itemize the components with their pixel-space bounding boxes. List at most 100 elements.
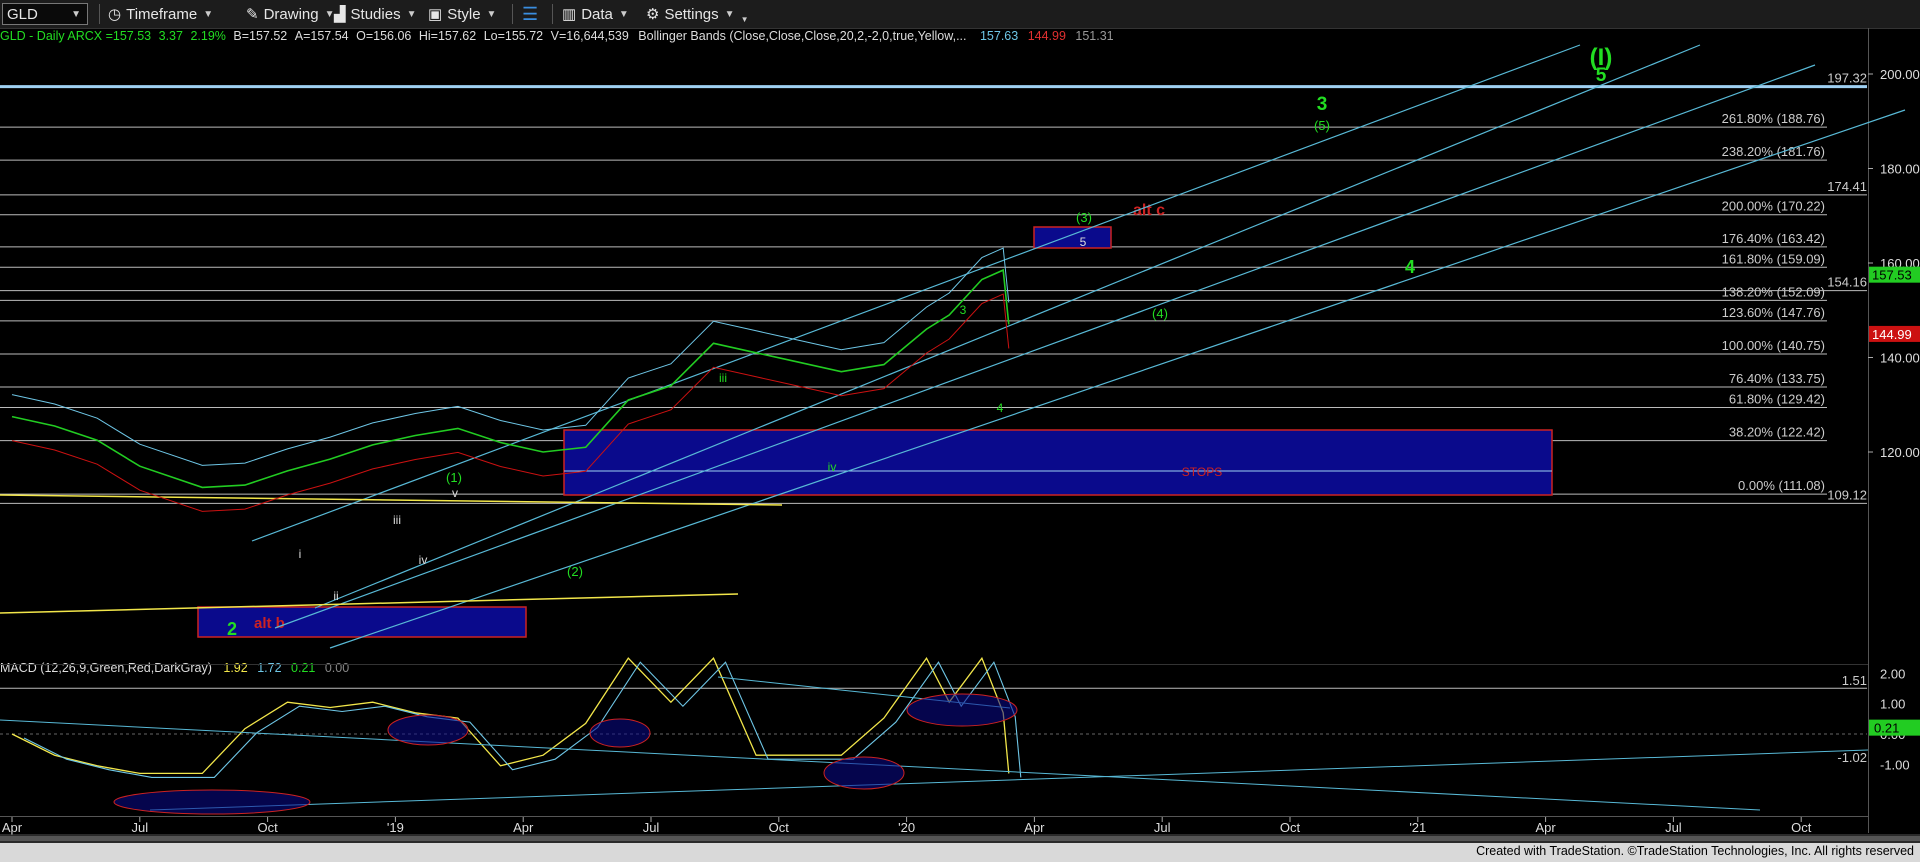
retracement-label: 61.80% (129.42) [1729, 391, 1825, 406]
wave-label: i [299, 547, 302, 561]
retracement-label: 138.20% (152.09) [1722, 284, 1825, 299]
time-tick-label: Oct [1280, 820, 1301, 835]
wave-label: (2) [567, 564, 583, 579]
time-tick-label: '21 [1409, 820, 1426, 835]
stops-box [563, 429, 1553, 496]
price-tag-label: 144.99 [1872, 327, 1912, 342]
time-tick-label: Apr [1024, 820, 1045, 835]
retracement-label: 238.20% (181.76) [1722, 144, 1825, 159]
wave-label: (3) [1076, 210, 1092, 225]
layout-button[interactable]: ☰ [522, 0, 538, 28]
wave-label: ii [333, 589, 338, 603]
time-tick-label: Jul [131, 820, 148, 835]
clock-icon: ◷ [108, 6, 122, 23]
time-tick-label: Apr [1535, 820, 1556, 835]
wave-label: 3 [960, 303, 967, 317]
chevron-down-icon: ▼ [203, 8, 214, 20]
time-axis-line [0, 816, 1868, 817]
macd-ellipse [823, 756, 905, 790]
time-tick-label: Jul [1154, 820, 1171, 835]
price-marker-label: 109.12 [1827, 487, 1867, 502]
wave-label: (1) [446, 470, 462, 485]
retracement-label: 176.40% (163.42) [1722, 231, 1825, 246]
data-icon: ▥ [562, 6, 577, 23]
timeframe-menu[interactable]: ◷ Timeframe ▼ [108, 0, 213, 28]
settings-menu[interactable]: ⚙ Settings ▼ ▼ [646, 0, 748, 28]
wave-label: 3 [1317, 94, 1328, 115]
price-tag-label: 157.53 [1872, 268, 1912, 283]
symbol-value: GLD [7, 5, 38, 23]
macd-tag-label: 0.21 [1874, 721, 1899, 736]
price-tick-label: 180.00 [1880, 162, 1920, 177]
time-axis [0, 817, 1868, 834]
wave-label: (5) [1314, 118, 1330, 133]
wave-label: 4 [997, 401, 1004, 415]
studies-menu[interactable]: ▟ Studies ▼ [334, 0, 417, 28]
channel-line [274, 64, 1816, 629]
wave-label: iii [393, 513, 401, 527]
macd-tick-label: -1.00 [1880, 757, 1910, 772]
retracement-label: 261.80% (188.76) [1722, 111, 1825, 126]
time-tick-label: '19 [387, 820, 404, 835]
macd-tick-label: 2.00 [1880, 666, 1905, 681]
chevron-down-icon: ▼ [618, 8, 629, 20]
time-tick-label: '20 [898, 820, 915, 835]
retracement-label: 0.00% (111.08) [1738, 478, 1825, 493]
price-tick-label: 200.00 [1880, 67, 1920, 82]
price-axis-line [1868, 28, 1869, 833]
chevron-down-icon: ▼ [71, 8, 81, 20]
pencil-icon: ✎ [246, 6, 259, 23]
price-tick-label: 120.00 [1880, 445, 1920, 460]
gear-icon: ⚙ [646, 6, 660, 23]
time-tick-label: Oct [257, 820, 278, 835]
wave-label: v [452, 486, 458, 500]
retracement-label: 76.40% (133.75) [1729, 371, 1825, 386]
retracement-label: 161.80% (159.09) [1722, 251, 1825, 266]
toolbar: GLD ▼ ◷ Timeframe ▼ ✎ Drawing ▼ ▟ Studie… [0, 0, 1920, 29]
retracement-label: 123.60% (147.76) [1722, 305, 1825, 320]
drawing-label: Drawing [263, 5, 319, 23]
chevron-down-icon: ▼ [486, 8, 497, 20]
macd-ellipse [387, 714, 469, 746]
time-tick-label: Apr [513, 820, 534, 835]
data-menu[interactable]: ▥ Data ▼ [562, 0, 629, 28]
timeframe-label: Timeframe [126, 5, 198, 23]
style-icon: ▣ [428, 6, 443, 23]
time-tick-label: Apr [2, 820, 23, 835]
macd-tick-label: 1.00 [1880, 697, 1905, 712]
macd-marker-label: 1.51 [1842, 673, 1867, 688]
retracement-label: 100.00% (140.75) [1722, 338, 1825, 353]
time-tick-label: Jul [1665, 820, 1682, 835]
symbol-input[interactable]: GLD ▼ [2, 3, 88, 25]
macd-marker-label: -1.02 [1837, 750, 1867, 765]
wave-label: iii [719, 371, 727, 385]
target-box-label: 5 [1080, 235, 1087, 249]
macd-ellipse [906, 693, 1018, 727]
style-menu[interactable]: ▣ Style ▼ [428, 0, 496, 28]
wave-label: (4) [1152, 306, 1168, 321]
channel-line [314, 44, 1701, 609]
wave-label: iv [419, 553, 428, 567]
data-label: Data [581, 5, 613, 23]
settings-label: Settings [664, 5, 719, 23]
chevron-down-icon: ▼ [724, 8, 735, 20]
studies-icon: ▟ [334, 6, 346, 23]
toolbar-divider [99, 4, 100, 24]
toolbar-divider [512, 4, 513, 24]
wave-label: iv [828, 460, 837, 474]
stops-label: STOPS [1182, 465, 1222, 479]
style-label: Style [447, 5, 481, 23]
time-tick-label: Jul [643, 820, 660, 835]
copyright-text: Created with TradeStation. ©TradeStation… [1476, 844, 1914, 858]
price-marker-label: 174.41 [1827, 179, 1867, 194]
chart-canvas[interactable]: 261.80% (188.76) 238.20% (181.76) 200.00% … [0, 28, 1920, 843]
layout-icon: ☰ [522, 3, 539, 24]
toolbar-divider [552, 4, 553, 24]
wave-label: 5 [1596, 65, 1607, 86]
chevron-down-icon: ▼ [406, 8, 417, 20]
price-marker-label: 197.32 [1827, 71, 1867, 86]
wave-label: 2 [227, 619, 237, 639]
macd-ellipse [589, 718, 651, 748]
drawing-menu[interactable]: ✎ Drawing ▼ [246, 0, 335, 28]
footer: Created with TradeStation. ©TradeStation… [0, 843, 1920, 862]
